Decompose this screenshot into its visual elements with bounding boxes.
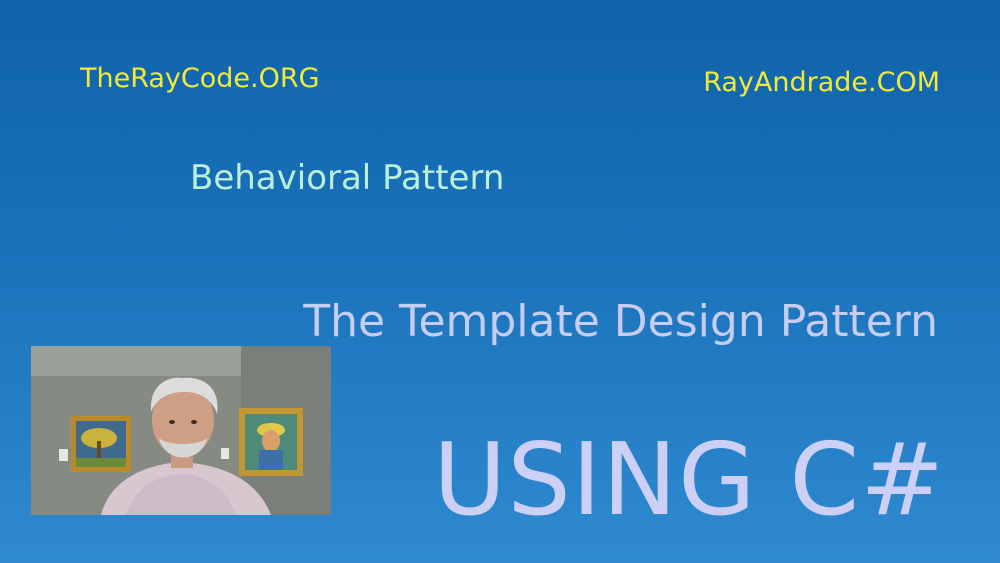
pattern-category: Behavioral Pattern [190, 158, 505, 198]
painting-right [239, 408, 303, 476]
title-slide: TheRayCode.ORG RayAndrade.COM Behavioral… [0, 0, 1000, 563]
site-link-right: RayAndrade.COM [703, 67, 940, 98]
painting-left [71, 416, 131, 472]
language-label: USING C# [433, 421, 945, 538]
site-link-left: TheRayCode.ORG [80, 63, 320, 94]
presenter-webcam [31, 346, 331, 515]
slide-title: The Template Design Pattern [303, 296, 938, 347]
presenter-webcam-image [31, 346, 331, 515]
